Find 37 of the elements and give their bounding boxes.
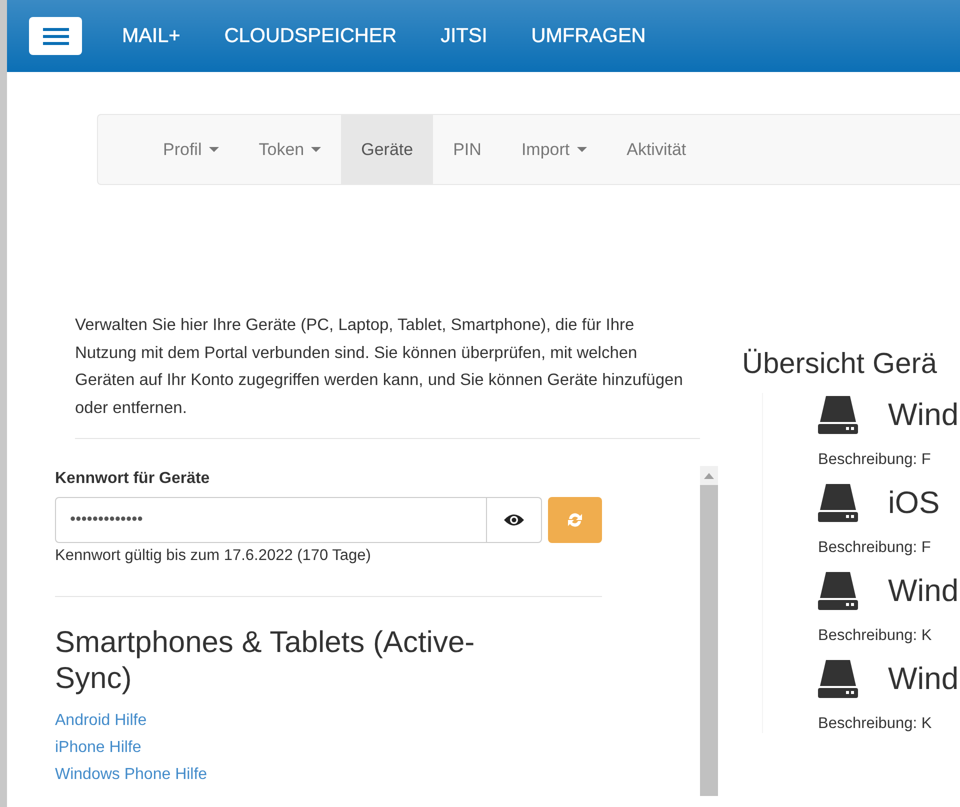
help-link[interactable]: iPhone Hilfe [55, 734, 602, 761]
validity-text: Kennwort gültig bis zum 17.6.2022 (170 Tage) [55, 547, 372, 565]
device-name: iOS [888, 485, 940, 521]
help-link[interactable]: Android Hilfe [55, 707, 602, 734]
drive-icon [818, 660, 858, 698]
device-name: Wind [888, 573, 959, 609]
device-description: Beschreibung: F [818, 539, 932, 557]
drive-icon [818, 484, 858, 522]
nav-tab[interactable]: Profil [143, 115, 239, 184]
menu-button[interactable] [29, 17, 82, 55]
scrollbar[interactable] [700, 466, 718, 796]
nav-tab[interactable]: PIN [433, 115, 502, 184]
menu-icon [42, 27, 68, 45]
eye-icon [503, 513, 525, 527]
password-field[interactable]: ••••••••••••• [55, 497, 487, 543]
nav-tab[interactable]: Aktivität [606, 115, 706, 184]
nav-link[interactable]: MAIL+ [122, 24, 180, 48]
device-name: Wind [888, 397, 959, 433]
intro-text: Verwalten Sie hier Ihre Geräte (PC, Laptop, Tablet, Smartphone), die für Ihre Nutzung mit dem Portal verbunden sind. Sie können überprüfen, mit welchen Geräten auf Ihr Konto zugegriffen werden kann, und Sie können Geräte hinzufügen oder entfernen. [75, 315, 684, 418]
nav-link[interactable]: CLOUDSPEICHER [224, 24, 397, 48]
overview-heading: Übersicht Gerä [742, 348, 938, 381]
nav-tab[interactable]: Import [501, 115, 607, 184]
device-name: Wind [888, 661, 959, 697]
device-description: Beschreibung: K [818, 627, 933, 645]
device-description: Beschreibung: K [818, 715, 933, 733]
refresh-icon [566, 511, 584, 529]
nav-link[interactable]: JITSI [440, 24, 488, 48]
nav-tab[interactable]: Token [238, 115, 342, 184]
show-password-button[interactable] [487, 497, 542, 543]
field-label: Kennwort für Geräte [55, 470, 211, 488]
section-heading: Smartphones & Tablets (Active-Sync) [55, 625, 476, 697]
drive-icon [818, 396, 858, 434]
device-description: Beschreibung: F [818, 451, 932, 469]
drive-icon [818, 572, 858, 610]
help-link[interactable]: Windows Phone Hilfe [55, 761, 602, 788]
nav-tab[interactable]: Geräte [341, 115, 434, 184]
nav-link[interactable]: UMFRAGEN [531, 24, 646, 48]
